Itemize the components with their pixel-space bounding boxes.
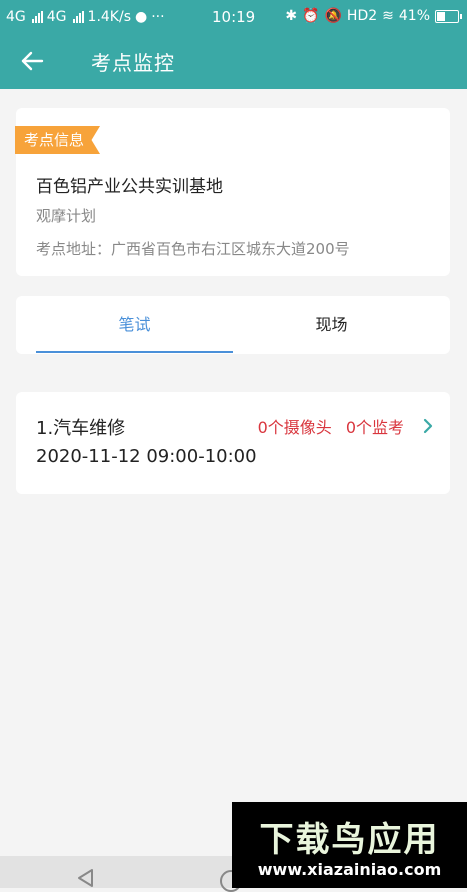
status-left: 4G 4G 1.4K/s ● ··· bbox=[6, 9, 165, 25]
watermark-logo: 下载鸟应用 bbox=[259, 820, 440, 860]
active-tab-indicator bbox=[36, 351, 233, 353]
wifi-icon: ≋ bbox=[382, 8, 394, 24]
clock: 10:19 bbox=[212, 8, 256, 26]
tab-onsite[interactable]: 现场 bbox=[233, 296, 430, 354]
chevron-right-icon[interactable] bbox=[422, 418, 434, 434]
more-notifications: ··· bbox=[151, 9, 165, 25]
battery-label: 41% bbox=[398, 8, 430, 24]
exam-name: 1.汽车维修 bbox=[36, 418, 126, 439]
site-name: 百色铝产业公共实训基地 bbox=[36, 177, 223, 197]
exam-item-card[interactable]: 1.汽车维修 0个摄像头 0个监考 2020-11-12 09:00-10:00 bbox=[16, 392, 450, 494]
camera-count: 0个摄像头 bbox=[257, 418, 332, 437]
status-bar: 4G 4G 1.4K/s ● ··· 10:19 ✱ ⏰ 🔕 HD2 ≋ 41% bbox=[0, 0, 467, 34]
watermark-url: www.xiazainiao.com bbox=[257, 860, 442, 879]
hd-label: HD2 bbox=[346, 8, 378, 24]
tab-written[interactable]: 笔试 bbox=[36, 296, 233, 354]
bluetooth-icon: ✱ bbox=[285, 8, 298, 24]
site-address: 考点地址：广西省百色市右江区城东大道200号 bbox=[36, 240, 350, 258]
info-badge: 考点信息 bbox=[15, 126, 101, 154]
network-speed: 1.4K/s bbox=[87, 9, 131, 25]
battery-icon bbox=[435, 9, 462, 23]
exam-time: 2020-11-12 09:00-10:00 bbox=[36, 446, 257, 467]
tab-bar: 笔试 现场 bbox=[16, 296, 450, 354]
exam-stats: 0个摄像头 0个监考 bbox=[258, 414, 434, 438]
signal-icon bbox=[31, 11, 43, 23]
app-header: 考点监控 bbox=[0, 34, 467, 89]
watermark: 下载鸟应用 www.xiazainiao.com bbox=[232, 802, 467, 888]
network-label-1: 4G bbox=[6, 9, 26, 25]
alarm-icon: ⏰ bbox=[302, 8, 320, 24]
plan-label: 观摩计划 bbox=[36, 207, 97, 225]
exam-site-info-card: 考点信息 百色铝产业公共实训基地 观摩计划 考点地址：广西省百色市右江区城东大道… bbox=[15, 108, 450, 276]
page-title: 考点监控 bbox=[91, 51, 175, 75]
mute-icon: 🔕 bbox=[324, 8, 342, 24]
status-right: ✱ ⏰ 🔕 HD2 ≋ 41% bbox=[285, 8, 462, 24]
nav-back-icon[interactable] bbox=[76, 868, 96, 888]
network-label-2: 4G bbox=[46, 9, 67, 25]
proctor-count: 0个监考 bbox=[345, 418, 404, 437]
ball-icon: ● bbox=[135, 9, 148, 25]
back-arrow-icon[interactable] bbox=[20, 48, 46, 74]
signal-icon-2 bbox=[72, 11, 84, 23]
